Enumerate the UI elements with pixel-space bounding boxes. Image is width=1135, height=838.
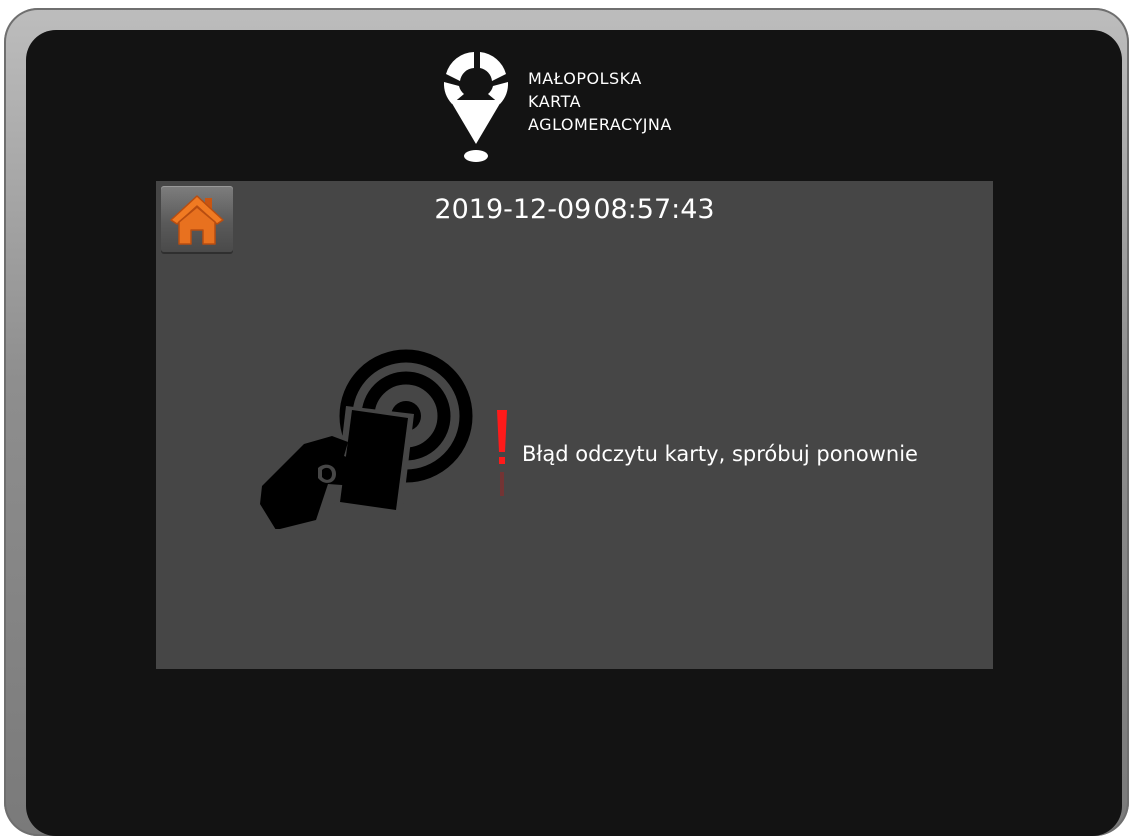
brand-logo: MAŁOPOLSKA KARTA AGLOMERACYJNA [438, 48, 738, 168]
logo-line-1: MAŁOPOLSKA [528, 69, 642, 88]
main-panel: 2019-12-0908:57:43 Błąd odczytu karty, s… [156, 181, 993, 669]
date-text: 2019-12-09 [434, 194, 592, 225]
datetime: 2019-12-0908:57:43 [156, 193, 993, 227]
logo-text: MAŁOPOLSKA KARTA AGLOMERACYJNA [528, 67, 672, 136]
logo-line-2: KARTA [528, 92, 582, 111]
exclamation-icon [497, 410, 507, 496]
error-message: Błąd odczytu karty, spróbuj ponownie [522, 442, 918, 466]
time-text: 08:57:43 [593, 194, 715, 225]
logo-mark-icon [443, 52, 509, 162]
logo-line-3: AGLOMERACYJNA [528, 115, 672, 134]
card-tap-icon [260, 349, 473, 529]
